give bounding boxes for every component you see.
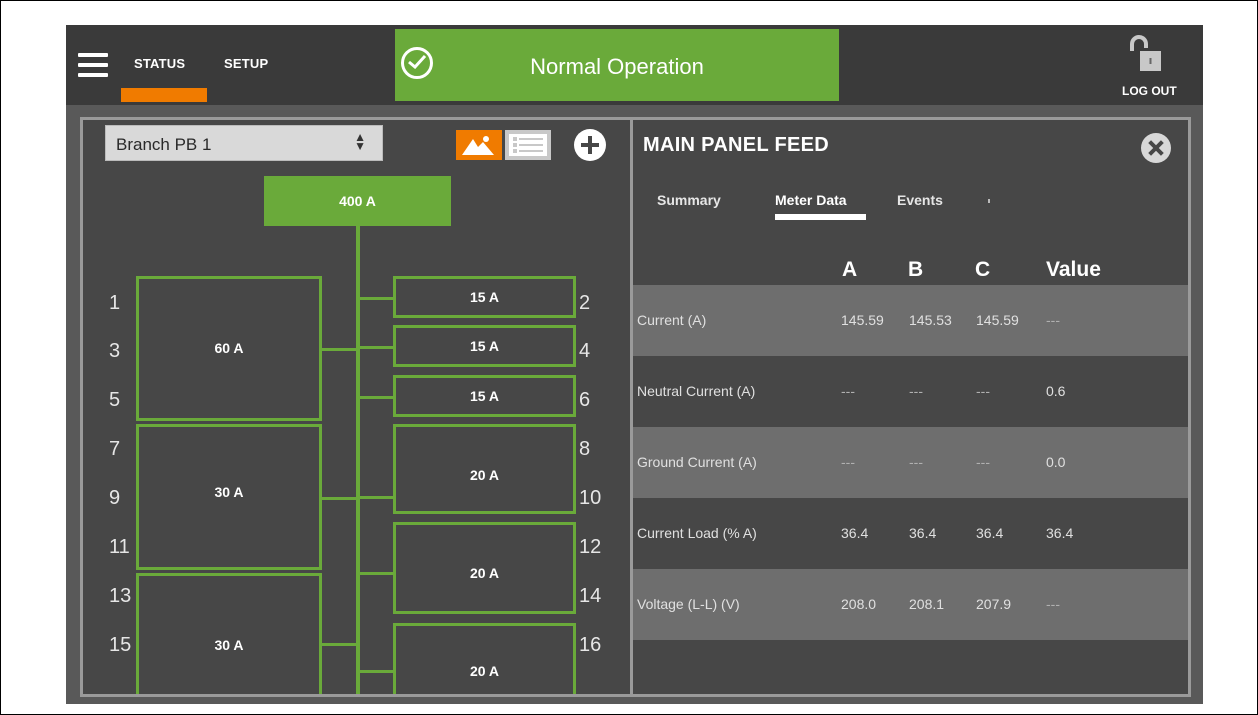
connector-line xyxy=(358,496,394,499)
column-header-c: C xyxy=(975,258,991,281)
circuit-number: 5 xyxy=(109,389,121,411)
main-panel: Branch PB 1 ▲ ▼ 400 A 60 A 30 A 30 A 15 … xyxy=(80,117,1191,697)
view-toggle xyxy=(456,130,560,160)
cell-c: 145.59 xyxy=(976,312,1019,328)
connector-line xyxy=(358,346,394,349)
circuit-number: 11 xyxy=(109,536,130,558)
breaker-1-3-5[interactable]: 60 A xyxy=(136,276,322,421)
connector-line xyxy=(358,572,394,575)
cell-b: 145.53 xyxy=(909,312,952,328)
tab-overflow-marker xyxy=(988,199,990,203)
add-icon[interactable] xyxy=(574,129,606,161)
circuit-number: 7 xyxy=(109,438,121,460)
row-label: Voltage (L-L) (V) xyxy=(637,596,740,612)
column-header-b: B xyxy=(908,258,924,281)
top-bar: STATUS SETUP Normal Operation LOG OUT xyxy=(66,25,1203,105)
cell-b: 208.1 xyxy=(909,596,945,612)
cell-value: --- xyxy=(1046,312,1060,328)
column-header-value: Value xyxy=(1046,258,1101,281)
circuit-number: 14 xyxy=(579,585,602,607)
cell-c: 36.4 xyxy=(976,525,1004,541)
cell-value: 0.6 xyxy=(1046,383,1066,399)
circuit-number: 3 xyxy=(109,340,121,362)
circuit-number: 8 xyxy=(579,438,591,460)
circuit-number: 16 xyxy=(579,634,602,656)
close-icon[interactable] xyxy=(1141,133,1171,163)
detail-pane: MAIN PANEL FEED Summary Meter Data Event… xyxy=(633,120,1188,694)
active-tab-indicator xyxy=(121,88,207,102)
detail-title: MAIN PANEL FEED xyxy=(643,134,829,156)
breaker-13-15[interactable]: 30 A xyxy=(136,573,322,694)
circuit-number: 12 xyxy=(579,536,602,558)
breaker-4[interactable]: 15 A xyxy=(393,325,576,367)
breaker-12-14[interactable]: 20 A xyxy=(393,522,576,614)
breaker-2[interactable]: 15 A xyxy=(393,276,576,318)
circuit-number: 4 xyxy=(579,340,591,362)
cell-a: 208.0 xyxy=(841,596,877,612)
row-label: Current (A) xyxy=(637,312,707,328)
row-label: Ground Current (A) xyxy=(637,454,757,470)
cell-value: 0.0 xyxy=(1046,454,1066,470)
breaker-16[interactable]: 20 A xyxy=(393,623,576,694)
circuit-number: 13 xyxy=(109,585,132,607)
panel-schedule: Branch PB 1 ▲ ▼ 400 A 60 A 30 A 30 A 15 … xyxy=(83,120,630,694)
branch-select[interactable]: Branch PB 1 ▲ ▼ xyxy=(105,125,383,161)
status-text: Normal Operation xyxy=(530,54,704,79)
connector-line xyxy=(320,643,358,646)
active-detail-tab-indicator xyxy=(775,214,866,220)
circuit-number: 1 xyxy=(109,292,121,314)
circuit-number: 10 xyxy=(579,487,602,509)
connector-line xyxy=(358,396,394,399)
logout-button[interactable]: LOG OUT xyxy=(1122,84,1177,98)
nav-tab-setup[interactable]: SETUP xyxy=(224,56,268,71)
connector-line xyxy=(358,670,394,673)
breaker-6[interactable]: 15 A xyxy=(393,375,576,417)
circuit-number: 9 xyxy=(109,487,121,509)
cell-a: 145.59 xyxy=(841,312,884,328)
table-row: Ground Current (A) --- --- --- 0.0 xyxy=(633,427,1188,498)
cell-c: 207.9 xyxy=(976,596,1012,612)
column-header-a: A xyxy=(842,258,858,281)
circuit-number: 15 xyxy=(109,634,132,656)
cell-value: 36.4 xyxy=(1046,525,1074,541)
breaker-8-10[interactable]: 20 A xyxy=(393,424,576,514)
status-banner: Normal Operation xyxy=(395,29,839,101)
cell-a: --- xyxy=(841,454,855,470)
connector-line xyxy=(358,297,394,300)
nav-tab-status[interactable]: STATUS xyxy=(134,56,185,71)
table-row: Neutral Current (A) --- --- --- 0.6 xyxy=(633,356,1188,427)
menu-icon[interactable] xyxy=(78,53,108,77)
table-row: Current Load (% A) 36.4 36.4 36.4 36.4 xyxy=(633,498,1188,569)
list-view-icon[interactable] xyxy=(505,130,551,160)
main-breaker[interactable]: 400 A xyxy=(264,176,451,226)
cell-c: --- xyxy=(976,383,990,399)
cell-c: --- xyxy=(976,454,990,470)
cell-value: --- xyxy=(1046,596,1060,612)
cell-b: --- xyxy=(909,454,923,470)
table-row: Current (A) 145.59 145.53 145.59 --- xyxy=(633,285,1188,356)
cell-b: --- xyxy=(909,383,923,399)
tab-meter-data[interactable]: Meter Data xyxy=(775,192,847,208)
branch-select-value: Branch PB 1 xyxy=(116,135,212,154)
row-label: Current Load (% A) xyxy=(637,525,757,541)
cell-a: --- xyxy=(841,383,855,399)
app-window: STATUS SETUP Normal Operation LOG OUT Br… xyxy=(66,25,1203,704)
row-label: Neutral Current (A) xyxy=(637,383,756,399)
unlock-icon[interactable] xyxy=(1130,35,1162,73)
select-arrows-icon: ▲ ▼ xyxy=(354,130,366,153)
image-view-icon[interactable] xyxy=(456,130,502,160)
connector-line xyxy=(320,497,358,500)
table-row: Voltage (L-L) (V) 208.0 208.1 207.9 --- xyxy=(633,569,1188,640)
circuit-number: 2 xyxy=(579,292,591,314)
connector-line xyxy=(320,348,358,351)
cell-b: 36.4 xyxy=(909,525,937,541)
tab-events[interactable]: Events xyxy=(897,192,943,208)
tab-summary[interactable]: Summary xyxy=(657,192,721,208)
circuit-number: 6 xyxy=(579,389,591,411)
breaker-7-9-11[interactable]: 30 A xyxy=(136,424,322,570)
cell-a: 36.4 xyxy=(841,525,869,541)
